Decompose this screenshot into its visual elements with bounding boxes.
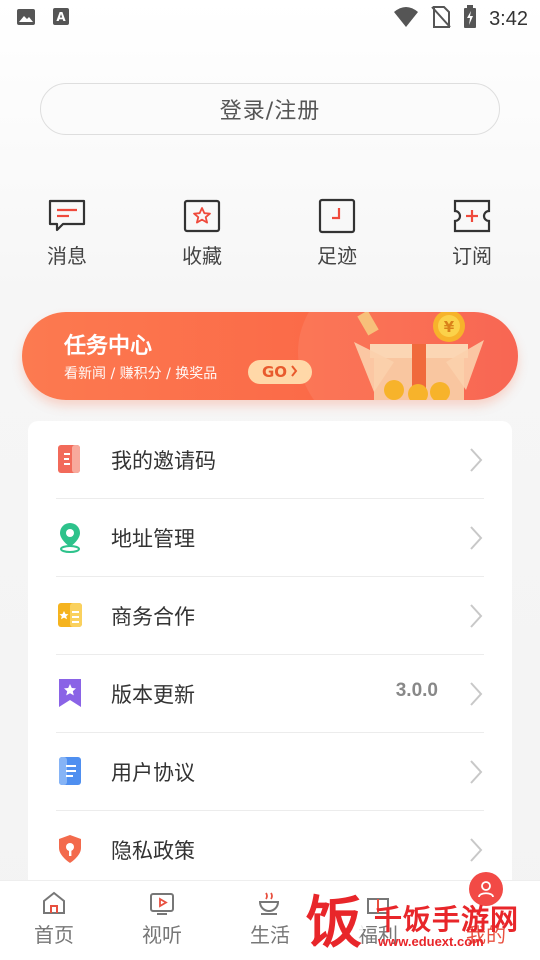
bookmark-star-icon (56, 677, 84, 709)
quick-action-label: 收藏 (182, 244, 222, 268)
quick-action-label: 足迹 (317, 244, 357, 268)
menu-item-address[interactable]: 地址管理 (56, 499, 484, 577)
status-time: 3:42 (489, 7, 528, 30)
tab-home[interactable]: 首页 (14, 889, 94, 948)
tab-video[interactable]: 视听 (122, 889, 202, 948)
menu-item-label: 用户协议 (111, 761, 195, 785)
location-pin-icon (56, 521, 84, 553)
menu-item-invite-code[interactable]: 我的邀请码 (56, 421, 484, 499)
task-center-banner[interactable]: 任务中心 看新闻 / 赚积分 / 换奖品 GO ¥ (22, 312, 518, 400)
battery-charging-icon (463, 5, 477, 33)
gift-coins-illustration: ¥ (334, 312, 504, 400)
status-bar: A 3:42 (0, 0, 540, 36)
tab-life[interactable]: 生活 (230, 889, 310, 948)
task-center-title: 任务中心 (64, 334, 153, 359)
menu-item-label: 版本更新 (111, 683, 195, 707)
no-sim-icon (431, 5, 451, 33)
tab-label: 生活 (250, 923, 290, 947)
svg-text:¥: ¥ (444, 318, 455, 336)
chevron-right-icon (468, 446, 484, 474)
version-number: 3.0.0 (395, 680, 438, 701)
chevron-right-icon (468, 602, 484, 630)
chevron-right-icon (468, 680, 484, 708)
svg-text:A: A (56, 10, 66, 24)
chevron-right-icon (468, 758, 484, 786)
menu-item-user-agreement[interactable]: 用户协议 (56, 733, 484, 811)
login-register-button[interactable]: 登录/注册 (40, 83, 500, 135)
privacy-shield-icon (56, 833, 84, 865)
menu-item-privacy-policy[interactable]: 隐私政策 (56, 811, 484, 889)
chevron-right-icon (468, 524, 484, 552)
menu-item-label: 商务合作 (111, 605, 195, 629)
message-icon (47, 198, 87, 234)
quick-action-favorites[interactable]: 收藏 (152, 198, 252, 269)
wifi-icon (393, 6, 419, 32)
quick-action-messages[interactable]: 消息 (17, 198, 117, 269)
invite-code-icon (56, 443, 84, 475)
quick-action-label: 订阅 (452, 244, 492, 268)
menu-item-version-update[interactable]: 版本更新 3.0.0 (56, 655, 484, 733)
quick-action-label: 消息 (47, 244, 87, 268)
coffee-icon (256, 889, 284, 917)
watermark-title: 千饭手游网 (374, 903, 520, 936)
task-center-subtitle: 看新闻 / 赚积分 / 换奖品 (64, 366, 218, 382)
tab-label: 视听 (142, 923, 182, 947)
watermark: 饭 千饭手游网 www.eduext.com (300, 880, 540, 960)
home-icon (40, 889, 68, 917)
chevron-right-icon (468, 836, 484, 864)
menu-item-business[interactable]: 商务合作 (56, 577, 484, 655)
watermark-url: www.eduext.com (378, 934, 484, 949)
menu-item-label: 隐私政策 (111, 839, 195, 863)
document-icon (56, 755, 84, 787)
quick-action-subscriptions[interactable]: 订阅 (422, 198, 522, 269)
menu-item-label: 我的邀请码 (111, 449, 216, 473)
quick-action-footprints[interactable]: 足迹 (287, 198, 387, 269)
quick-actions: 消息 收藏 足迹 订阅 (0, 198, 540, 278)
image-icon (16, 7, 36, 31)
star-icon (182, 198, 222, 234)
tab-label: 首页 (34, 923, 74, 947)
menu-item-label: 地址管理 (111, 527, 195, 551)
subscribe-ticket-icon (452, 198, 492, 234)
svg-text:饭: 饭 (306, 891, 362, 956)
footprint-icon (317, 198, 357, 234)
chevron-right-icon (290, 363, 298, 381)
business-card-icon (56, 599, 84, 631)
video-icon (148, 889, 176, 917)
settings-menu: 我的邀请码 地址管理 商务合作 版本更新 3.0.0 用户协议 隐私政策 (28, 421, 512, 891)
a-icon: A (52, 7, 70, 31)
go-label: GO (261, 363, 288, 381)
login-register-label: 登录/注册 (219, 99, 321, 124)
watermark-logo: 饭 (300, 880, 370, 960)
go-button[interactable]: GO (248, 360, 312, 384)
